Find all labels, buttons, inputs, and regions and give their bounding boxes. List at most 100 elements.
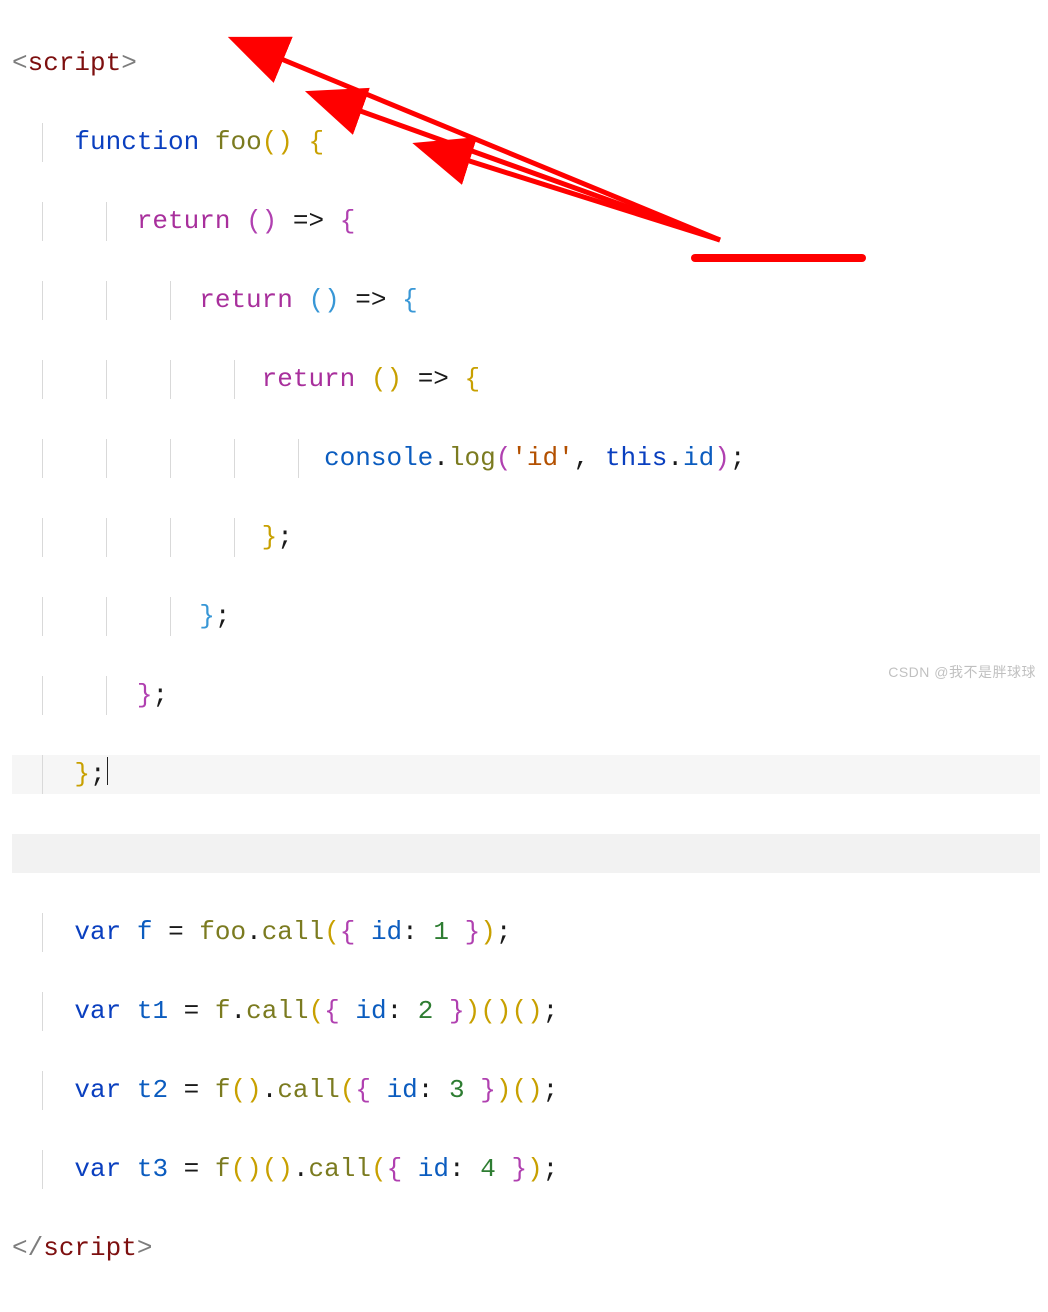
bracket: </: [12, 1233, 43, 1263]
code-line: };: [12, 755, 1040, 795]
dot: .: [262, 1075, 278, 1105]
brace: }: [137, 680, 153, 710]
identifier: f: [215, 1154, 231, 1184]
code-line: return () => {: [12, 202, 1040, 242]
equals: =: [184, 1154, 200, 1184]
semicolon: ;: [215, 601, 231, 631]
paren: (: [246, 206, 262, 236]
keyword-return: return: [199, 285, 293, 315]
keyword-var: var: [74, 996, 121, 1026]
brace: }: [74, 759, 90, 789]
code-line: };: [12, 518, 1040, 558]
number: 2: [418, 996, 434, 1026]
paren: ): [527, 1154, 543, 1184]
brace: {: [340, 206, 356, 236]
method: log: [449, 443, 496, 473]
text-cursor-icon: [107, 757, 108, 785]
code-line: return () => {: [12, 281, 1040, 321]
paren: (: [231, 1075, 247, 1105]
semicolon: ;: [543, 1154, 559, 1184]
property: id: [683, 443, 714, 473]
method: call: [262, 917, 324, 947]
paren: (: [231, 1154, 247, 1184]
identifier: console: [324, 443, 433, 473]
colon: :: [418, 1075, 434, 1105]
brace: {: [340, 917, 356, 947]
property: id: [371, 917, 402, 947]
brace: {: [324, 996, 340, 1026]
paren: ): [246, 1075, 262, 1105]
code-editor: <script> function foo() { return () => {…: [0, 0, 1048, 1312]
paren: ): [496, 996, 512, 1026]
function-name: foo: [215, 127, 262, 157]
code-line: return () => {: [12, 360, 1040, 400]
code-line: var t1 = f.call({ id: 2 })()();: [12, 992, 1040, 1032]
comma: ,: [574, 443, 590, 473]
code-line: console.log('id', this.id);: [12, 439, 1040, 479]
semicolon: ;: [496, 917, 512, 947]
code-line: var f = foo.call({ id: 1 });: [12, 913, 1040, 953]
bracket: >: [121, 48, 137, 78]
colon: :: [387, 996, 403, 1026]
code-line: </script>: [12, 1229, 1040, 1269]
paren: (: [309, 996, 325, 1026]
keyword-var: var: [74, 917, 121, 947]
arrow: =>: [293, 206, 324, 236]
paren: (: [480, 996, 496, 1026]
paren: (: [308, 285, 324, 315]
dot: .: [433, 443, 449, 473]
keyword-this: this: [605, 443, 667, 473]
tag-name: script: [43, 1233, 137, 1263]
paren: ): [527, 996, 543, 1026]
semicolon: ;: [152, 680, 168, 710]
colon: :: [449, 1154, 465, 1184]
paren: ): [277, 127, 293, 157]
string: 'id': [511, 443, 573, 473]
bracket: <: [12, 48, 28, 78]
paren: ): [246, 1154, 262, 1184]
paren: ): [324, 285, 340, 315]
keyword-function: function: [74, 127, 199, 157]
identifier: t1: [137, 996, 168, 1026]
code-line: function foo() {: [12, 123, 1040, 163]
equals: =: [168, 917, 184, 947]
semicolon: ;: [730, 443, 746, 473]
semicolon: ;: [277, 522, 293, 552]
paren: ): [496, 1075, 512, 1105]
keyword-var: var: [74, 1154, 121, 1184]
brace: {: [387, 1154, 403, 1184]
property: id: [355, 996, 386, 1026]
paren: (: [324, 917, 340, 947]
paren: (: [262, 1154, 278, 1184]
number: 1: [433, 917, 449, 947]
arrow: =>: [355, 285, 386, 315]
colon: :: [402, 917, 418, 947]
equals: =: [184, 1075, 200, 1105]
code-line: var t3 = f()().call({ id: 4 });: [12, 1150, 1040, 1190]
brace: {: [355, 1075, 371, 1105]
paren: ): [262, 206, 278, 236]
dot: .: [667, 443, 683, 473]
paren: ): [527, 1075, 543, 1105]
paren: ): [386, 364, 402, 394]
dot: .: [231, 996, 247, 1026]
code-line: var t2 = f().call({ id: 3 })();: [12, 1071, 1040, 1111]
paren: ): [277, 1154, 293, 1184]
method: call: [277, 1075, 339, 1105]
paren: ): [714, 443, 730, 473]
watermark: CSDN @我不是胖球球: [888, 662, 1036, 682]
method: call: [246, 996, 308, 1026]
paren: ): [465, 996, 481, 1026]
code-line: };: [12, 676, 1040, 716]
brace: }: [449, 996, 465, 1026]
identifier: f: [215, 996, 231, 1026]
dot: .: [293, 1154, 309, 1184]
brace: }: [199, 601, 215, 631]
paren: ): [480, 917, 496, 947]
keyword-return: return: [262, 364, 356, 394]
bracket: >: [137, 1233, 153, 1263]
paren: (: [511, 996, 527, 1026]
number: 4: [480, 1154, 496, 1184]
paren: (: [371, 1154, 387, 1184]
code-line: <script>: [12, 44, 1040, 84]
